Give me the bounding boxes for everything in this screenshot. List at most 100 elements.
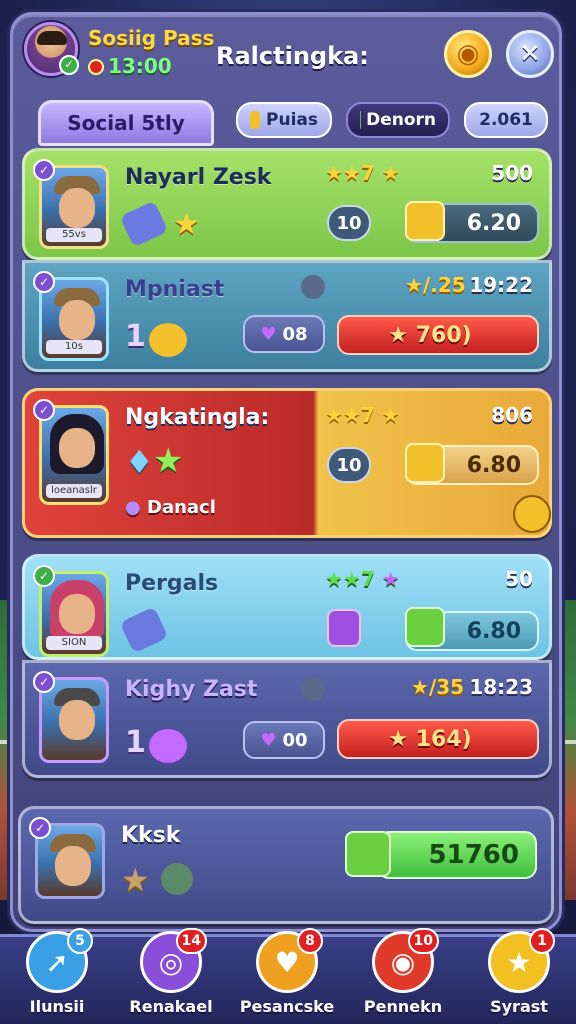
item-count: 00	[282, 729, 308, 751]
rank-count: 1	[125, 725, 146, 760]
stars-rating: ★★7 ★	[325, 403, 400, 427]
level-pill: 10	[327, 447, 371, 483]
chip-count[interactable]: 2.061	[464, 102, 548, 138]
card-icon	[119, 606, 169, 654]
clan-icon: ●	[125, 497, 141, 518]
stars-count: /35	[428, 675, 465, 699]
chip-denorn-label: Denorn	[366, 110, 436, 130]
player-name: Pergals	[125, 571, 219, 596]
coin-icon: ◉	[456, 39, 480, 69]
portrait-plate: SION	[46, 636, 102, 650]
star-icon: ★	[121, 861, 150, 899]
score: 500	[491, 161, 533, 185]
heart-icon: ♥ 8	[256, 928, 323, 993]
nav-item-syrast[interactable]: ★ 1 Syrast	[464, 928, 574, 1024]
paw-icon	[149, 323, 187, 357]
nav-badge: 8	[297, 928, 323, 954]
potion-icon	[327, 609, 361, 647]
player-avatar[interactable]: ✓	[24, 22, 79, 76]
close-icon: ✕	[519, 39, 541, 69]
nav-badge: 10	[407, 928, 439, 954]
card-icon	[119, 200, 169, 248]
ranking-row[interactable]: 10b ✓ Kighy Zast 1 ★/35 18:23 ♥00 ★ 164)	[22, 660, 552, 778]
nav-item-renakael[interactable]: ◎ 14 Renakael	[116, 928, 226, 1024]
stars-rating: ★★7 ★	[325, 161, 400, 185]
reward-bar[interactable]: ★ 164)	[337, 719, 539, 759]
player-portrait: loeanaslr	[39, 405, 109, 505]
ranking-row[interactable]: 55vs ✓ Nayarl Zesk ★ ★★7 ★ 500 10 6.20	[22, 148, 552, 260]
portrait-plate: 10s	[46, 340, 102, 354]
nav-item-pennekn[interactable]: ◉ 10 Pennekn	[348, 928, 458, 1024]
star-icon: ★	[173, 207, 200, 242]
ranking-row[interactable]: 10s ✓ Mpniast 1 ★/.25 19:22 ♥ 08 ★ 760)	[22, 260, 552, 372]
stars-count: 7	[360, 403, 375, 427]
nav-label: Renakael	[129, 997, 213, 1016]
shield-icon	[301, 275, 325, 299]
nav-badge: 14	[175, 928, 207, 954]
rank-badge-icon: ✓	[29, 817, 51, 839]
chip-puias-label: Puias	[266, 110, 318, 130]
stars-rating: ★/35	[411, 675, 465, 699]
ranking-row[interactable]: SION ✓ Pergals ★★7 ★ 50 6.80	[22, 554, 552, 660]
close-button[interactable]: ✕	[506, 30, 554, 78]
reward-value: 760)	[415, 322, 472, 348]
score: 50	[505, 567, 533, 591]
screen-title: Ralctingka:	[216, 42, 369, 70]
portrait-plate: loeanaslr	[46, 484, 102, 498]
player-name: Mpniast	[125, 277, 225, 302]
nav-badge: 1	[529, 928, 555, 954]
nav-badge: 5	[67, 928, 93, 954]
item-count: 08	[282, 323, 308, 345]
reward-star-icon: ★	[388, 322, 409, 348]
player-name: Kksk	[121, 823, 181, 848]
ranking-row-self[interactable]: ✓ Kksk ★ 51760	[18, 806, 554, 924]
stars-rating: ★/.25	[405, 273, 466, 297]
tab-social-style[interactable]: Social 5tly	[38, 100, 214, 146]
score: 18:23	[469, 675, 533, 699]
cookie-icon[interactable]	[513, 495, 551, 533]
chest-icon	[405, 443, 445, 483]
gem-icon: ♦	[125, 443, 154, 481]
chip-denorn[interactable]: Denorn	[346, 102, 450, 138]
stars-count: 7	[360, 161, 375, 185]
nav-label: Pesancske	[239, 997, 335, 1016]
target-icon: ◉ 10	[372, 928, 439, 993]
chip-puias[interactable]: Puias	[236, 102, 332, 138]
face	[59, 700, 95, 740]
rank-badge-icon: ✓	[33, 565, 55, 587]
stars-count: /.25	[422, 273, 466, 297]
emblem-icon	[161, 863, 193, 895]
rank-badge-icon: ✓	[33, 159, 55, 181]
face	[59, 428, 95, 468]
pass-timer: 13:00	[88, 54, 172, 78]
face	[59, 300, 95, 340]
reward-value: 164)	[415, 726, 472, 752]
chest-icon	[405, 201, 445, 241]
portrait-plate: 55vs	[46, 228, 102, 242]
face	[59, 188, 95, 228]
total-bar: 51760	[377, 831, 537, 879]
chest-icon	[345, 831, 391, 877]
score: 806	[491, 403, 533, 427]
pass-title: Sosiig Pass	[88, 26, 215, 50]
star-icon: ★ 1	[488, 928, 555, 993]
reward-bar[interactable]: ★ 760)	[337, 315, 539, 355]
purple-star-icon: ★	[381, 567, 400, 591]
heart-icon: ♥	[260, 323, 277, 345]
nav-item-pesancske[interactable]: ♥ 8 Pesancske	[232, 928, 342, 1024]
nav-label: Pennekn	[363, 997, 443, 1016]
arrow-icon: ➚ 5	[26, 928, 93, 993]
rank-badge-icon: ✓	[33, 271, 55, 293]
gold-icon	[250, 111, 261, 129]
score: 19:22	[469, 273, 533, 297]
item-pill: ♥ 00	[243, 721, 325, 759]
bottom-nav: ➚ 5 Ilunsii ◎ 14 Renakael ♥ 8 Pesancske ◉ 10…	[0, 928, 576, 1024]
player-name: Ngkatingla:	[125, 405, 270, 430]
nav-label: Syrast	[490, 997, 548, 1016]
level-pill: 10	[327, 205, 371, 241]
timer-icon	[88, 59, 104, 75]
ranking-row-highlighted[interactable]: loeanaslr ✓ Ngkatingla: ♦ ★ ● Danacl ★★7…	[22, 388, 552, 538]
coin-button[interactable]: ◉	[444, 30, 492, 78]
paw-icon	[149, 729, 187, 763]
nav-item-ilunsii[interactable]: ➚ 5 Ilunsii	[2, 928, 112, 1024]
